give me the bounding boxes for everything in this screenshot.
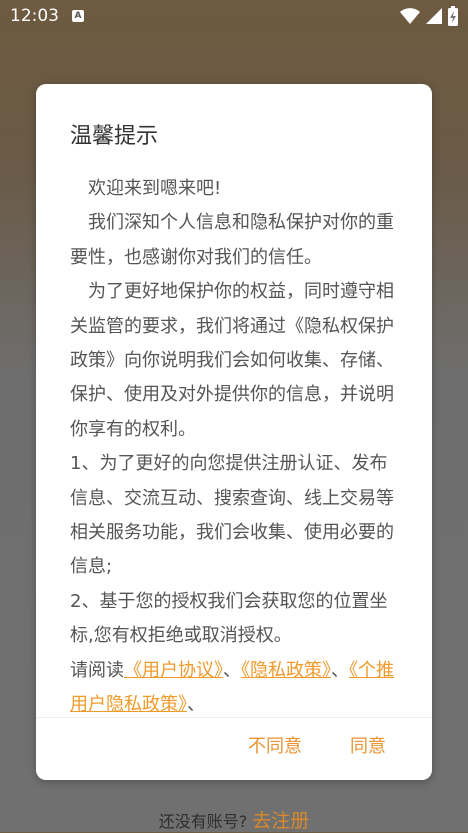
system-icons: [400, 6, 458, 26]
disagree-button[interactable]: 不同意: [248, 732, 302, 758]
wifi-icon: [400, 8, 420, 24]
privacy-dialog: 温馨提示 欢迎来到嗯来吧! 我们深知个人信息和隐私保护对你的重要性，也感谢你对我…: [36, 84, 432, 780]
privacy-importance-text: 我们深知个人信息和隐私保护对你的重要性，也感谢你对我们的信任。: [70, 212, 394, 268]
read-agreements-line: 请阅读《用户协议》、《隐私政策》、《个推用户隐私政策》、: [70, 654, 400, 716]
privacy-policy-link[interactable]: 《隐私政策》: [241, 660, 331, 681]
privacy-policy-intro-text: 为了更好地保护你的权益，同时遵守相关监管的要求，我们将通过《隐私权保护政策》向你…: [70, 281, 394, 440]
battery-charging-icon: [448, 6, 458, 26]
separator: 、: [187, 694, 205, 716]
status-bar: 12:03 A: [0, 0, 468, 34]
notification-a-icon: A: [72, 10, 84, 22]
dialog-divider: [36, 717, 432, 718]
agree-button[interactable]: 同意: [350, 732, 386, 758]
welcome-text: 欢迎来到嗯来吧!: [88, 178, 222, 199]
register-prompt: 还没有账号? 去注册: [0, 806, 468, 833]
dialog-title: 温馨提示: [70, 124, 159, 149]
status-time: 12:03: [10, 6, 59, 26]
register-link[interactable]: 去注册: [252, 810, 309, 832]
user-agreement-link[interactable]: 《用户协议》: [124, 660, 223, 681]
no-account-text: 还没有账号?: [158, 812, 248, 831]
data-collection-item: 1、为了更好的向您提供注册认证、发布信息、交流互动、搜索查询、线上交易等相关服务…: [70, 453, 394, 578]
location-permission-item: 2、基于您的授权我们会获取您的位置坐标,您有权拒绝或取消授权。: [70, 590, 388, 647]
separator: 、: [223, 659, 241, 681]
cell-signal-icon: [426, 8, 442, 24]
dialog-body-scroll[interactable]: 欢迎来到嗯来吧! 我们深知个人信息和隐私保护对你的重要性，也感谢你对我们的信任。…: [70, 172, 400, 716]
separator: 、: [331, 659, 349, 681]
read-prefix: 请阅读: [70, 659, 124, 681]
